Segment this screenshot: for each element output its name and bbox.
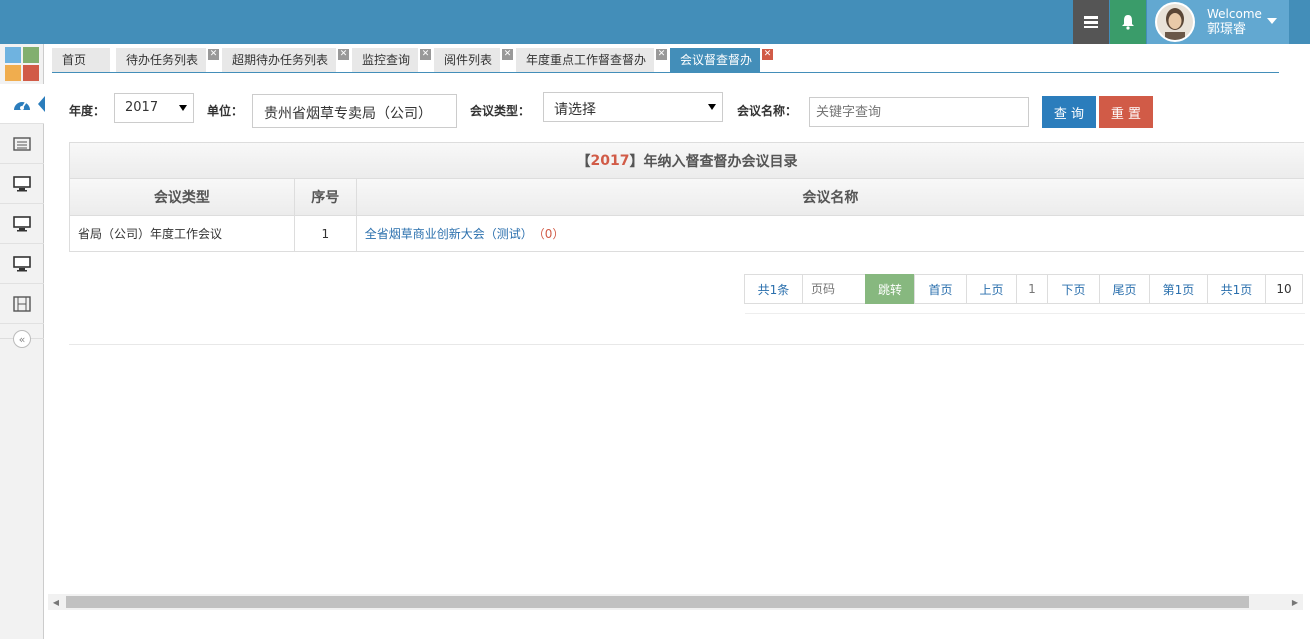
close-icon[interactable]: ✕: [208, 49, 219, 60]
tab-meeting-supervision[interactable]: 会议督查督办: [670, 48, 760, 72]
table-title-suffix: 】年纳入督查督办会议目录: [629, 153, 798, 170]
cell-index: 1: [295, 216, 357, 251]
user-menu[interactable]: Welcome 郭璟睿: [1147, 0, 1289, 44]
page-of-label: 第1页: [1149, 274, 1208, 304]
tab-underline: [52, 72, 1279, 73]
pager-total: 共1条: [744, 274, 803, 304]
tab-monitor-query[interactable]: 监控查询: [352, 48, 418, 72]
close-icon[interactable]: ✕: [502, 49, 513, 60]
scrollbar-thumb[interactable]: [66, 596, 1249, 608]
meeting-name-link[interactable]: 全省烟草商业创新大会（测试）: [365, 225, 533, 242]
meeting-type-select[interactable]: 请选择: [543, 92, 723, 122]
year-select-value: 2017: [125, 100, 159, 115]
column-header-type: 会议类型: [70, 179, 295, 215]
username: 郭璟睿: [1207, 22, 1247, 37]
sidebar-collapse-button[interactable]: «: [13, 330, 31, 348]
tab-pending-tasks[interactable]: 待办任务列表: [116, 48, 206, 72]
meeting-table: 【 2017 】年纳入督查督办会议目录 会议类型 序号 会议名称 省局（公司）年…: [69, 142, 1304, 252]
tab-home[interactable]: 首页: [52, 48, 110, 72]
last-page-button[interactable]: 尾页: [1099, 274, 1150, 304]
column-header-index: 序号: [295, 179, 357, 215]
table-title-year: 2017: [590, 152, 630, 169]
scroll-left-icon[interactable]: ◀: [48, 594, 64, 610]
current-page: 1: [1016, 274, 1048, 304]
close-icon[interactable]: ✕: [762, 49, 773, 60]
tab-annual-key-work[interactable]: 年度重点工作督查督办: [516, 48, 654, 72]
unit-label: 单位：: [207, 104, 244, 118]
sidebar-item-desktop-3[interactable]: [0, 244, 44, 284]
table-row: 省局（公司）年度工作会议 1 全省烟草商业创新大会（测试） （0）: [70, 215, 1304, 252]
pager-divider: [745, 304, 1305, 314]
close-icon[interactable]: ✕: [656, 49, 667, 60]
desktop-icon: [13, 255, 31, 271]
prev-page-button[interactable]: 上页: [966, 274, 1017, 304]
tab-overdue-tasks[interactable]: 超期待办任务列表: [222, 48, 336, 72]
page-size-select[interactable]: 10: [1265, 274, 1303, 304]
scroll-right-icon[interactable]: ▶: [1287, 594, 1303, 610]
jump-button[interactable]: 跳转: [865, 274, 915, 304]
meeting-type-label: 会议类型：: [470, 104, 531, 118]
next-page-button[interactable]: 下页: [1047, 274, 1100, 304]
app-logo-icon: [5, 47, 39, 81]
table-header-row: 会议类型 序号 会议名称: [70, 178, 1304, 215]
caret-down-icon: [1267, 18, 1277, 24]
bell-icon: [1122, 15, 1134, 30]
sidebar-item-desktop-1[interactable]: [0, 164, 44, 204]
desktop-icon: [13, 175, 31, 191]
sidebar-item-dashboard[interactable]: [0, 84, 45, 124]
dashboard-icon: [14, 101, 30, 110]
avatar: [1155, 2, 1195, 42]
table-title-prefix: 【: [576, 153, 591, 170]
notifications-button[interactable]: [1110, 0, 1146, 44]
horizontal-scrollbar[interactable]: ◀ ▶: [48, 594, 1303, 610]
meeting-type-value: 请选择: [554, 102, 596, 118]
unit-field[interactable]: 贵州省烟草专卖局（公司）: [252, 94, 457, 128]
cell-meeting-name[interactable]: 全省烟草商业创新大会（测试） （0）: [357, 216, 1304, 251]
welcome-text: Welcome: [1207, 7, 1262, 21]
year-select[interactable]: 2017: [114, 93, 194, 123]
top-navbar: Welcome 郭璟睿: [0, 0, 1310, 44]
close-icon[interactable]: ✕: [420, 49, 431, 60]
list-icon: [13, 136, 31, 151]
first-page-button[interactable]: 首页: [914, 274, 967, 304]
sidebar-item-film[interactable]: [0, 284, 44, 324]
tasks-icon: [1084, 16, 1098, 28]
close-icon[interactable]: ✕: [338, 49, 349, 60]
column-header-name: 会议名称: [802, 190, 859, 206]
tasks-button[interactable]: [1073, 0, 1109, 44]
reset-button[interactable]: 重 置: [1099, 96, 1153, 128]
meeting-count: （0）: [532, 227, 565, 241]
page-number-input[interactable]: [802, 274, 866, 304]
content-divider: [69, 344, 1304, 345]
table-title: 【 2017 】年纳入督查督办会议目录: [70, 142, 1304, 178]
tab-read-list[interactable]: 阅件列表: [434, 48, 500, 72]
select-arrow-icon: [179, 105, 187, 111]
sidebar-item-desktop-2[interactable]: [0, 204, 44, 244]
total-pages-label: 共1页: [1207, 274, 1266, 304]
sidebar-item-list[interactable]: [0, 124, 44, 164]
desktop-icon: [13, 215, 31, 231]
search-button[interactable]: 查 询: [1042, 96, 1096, 128]
select-arrow-icon: [708, 104, 716, 110]
pagination: 共1条 跳转 首页 上页 1 下页 尾页 第1页 共1页 10: [744, 274, 1303, 304]
year-label: 年度：: [69, 104, 106, 118]
unit-field-value: 贵州省烟草专卖局（公司）: [264, 106, 432, 122]
cell-meeting-type: 省局（公司）年度工作会议: [70, 216, 295, 251]
meeting-name-input[interactable]: [809, 97, 1029, 127]
sidebar: «: [0, 44, 45, 639]
meeting-name-label: 会议名称：: [737, 104, 798, 118]
film-icon: [13, 295, 31, 312]
